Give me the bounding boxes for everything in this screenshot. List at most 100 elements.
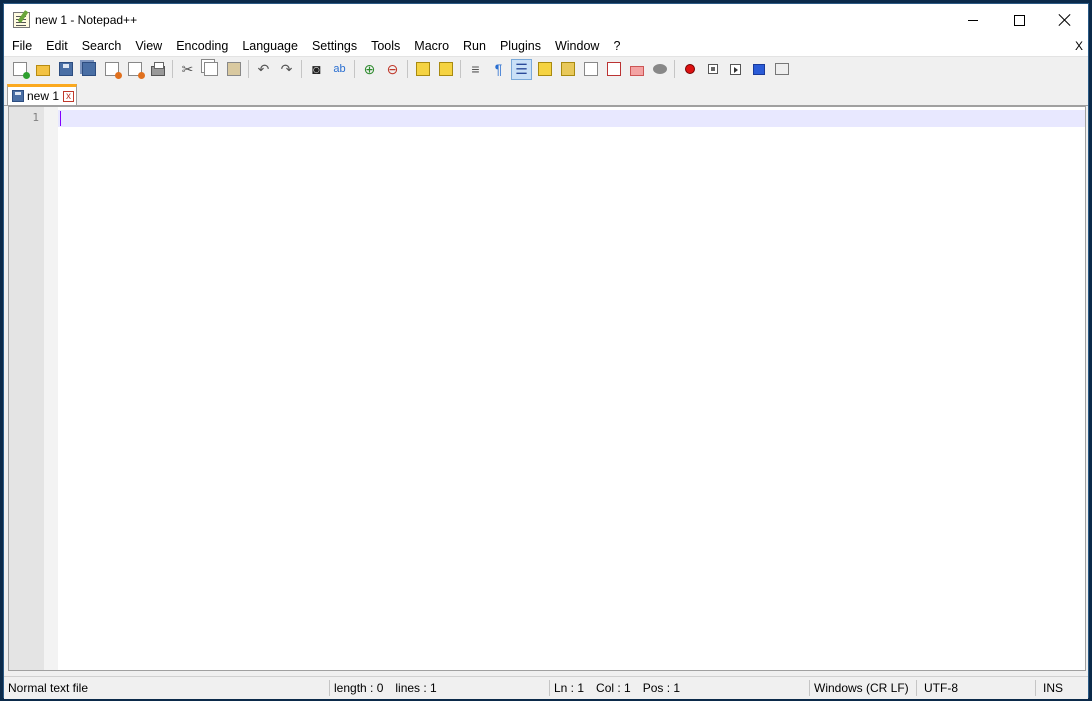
tab-new-1[interactable]: new 1 x (7, 84, 77, 105)
open-file-icon (35, 65, 50, 76)
title-bar[interactable]: new 1 - Notepad++ (4, 4, 1088, 36)
sync-vertical-icon (415, 62, 430, 76)
menu-help[interactable]: ? (606, 36, 627, 56)
save-button[interactable] (55, 59, 76, 80)
toolbar-separator (172, 60, 173, 78)
menu-run[interactable]: Run (456, 36, 493, 56)
status-file-type: Normal text file (8, 681, 89, 695)
tab-close-icon[interactable]: x (63, 90, 75, 102)
menu-encoding[interactable]: Encoding (169, 36, 235, 56)
save-all-button[interactable] (78, 59, 99, 80)
menu-edit[interactable]: Edit (39, 36, 75, 56)
maximize-icon (1013, 14, 1025, 26)
menu-plugins[interactable]: Plugins (493, 36, 548, 56)
menu-search[interactable]: Search (75, 36, 129, 56)
record-macro-button[interactable] (679, 59, 700, 80)
save-icon (58, 62, 73, 76)
status-insert-mode[interactable]: INS (1039, 677, 1063, 699)
cut-button[interactable]: ✂ (177, 59, 198, 80)
function-list-button[interactable] (603, 59, 624, 80)
show-all-chars-button[interactable]: ¶ (488, 59, 509, 80)
close-icon (1059, 14, 1071, 26)
editor[interactable]: 1 (8, 106, 1086, 671)
minimize-button[interactable] (950, 4, 996, 36)
zoom-in-icon: ⊕ (363, 61, 376, 77)
find-icon: ◙ (312, 61, 321, 77)
toolbar: ✂ ↶ ↷ ◙ ab ⊕ ⊖ ≡ ¶ ☰ (4, 56, 1088, 81)
redo-button[interactable]: ↷ (276, 59, 297, 80)
copy-button[interactable] (200, 59, 221, 80)
fold-margin[interactable] (44, 107, 58, 670)
zoom-in-button[interactable]: ⊕ (359, 59, 380, 80)
maximize-button[interactable] (996, 4, 1042, 36)
toolbar-separator (674, 60, 675, 78)
toolbar-separator (460, 60, 461, 78)
notepadpp-logo-icon[interactable] (13, 12, 30, 28)
new-file-button[interactable] (9, 59, 30, 80)
document-list-icon (583, 62, 598, 76)
new-file-icon (12, 62, 30, 79)
minimize-icon (968, 19, 978, 21)
indent-guide-icon: ☰ (515, 61, 528, 77)
word-wrap-button[interactable]: ≡ (465, 59, 486, 80)
close-button[interactable] (101, 59, 122, 80)
menu-window[interactable]: Window (548, 36, 606, 56)
menu-language[interactable]: Language (235, 36, 305, 56)
stop-recording-icon (707, 64, 718, 74)
text-area[interactable] (58, 107, 1085, 670)
close-document-button[interactable]: X (1075, 36, 1083, 56)
playback-macro-button[interactable] (725, 59, 746, 80)
stop-recording-button[interactable] (702, 59, 723, 80)
close-icon (104, 62, 122, 79)
monitoring-button[interactable] (649, 59, 670, 80)
run-macro-multiple-icon (752, 63, 765, 75)
word-wrap-icon: ≡ (471, 61, 480, 77)
indent-guide-button[interactable]: ☰ (511, 58, 532, 80)
status-bar: Normal text file length : 0 lines : 1 Ln … (4, 676, 1088, 699)
replace-button[interactable]: ab (329, 59, 350, 80)
paste-icon (226, 62, 241, 76)
close-window-button[interactable] (1042, 4, 1088, 36)
status-divider (1035, 680, 1036, 696)
toolbar-separator (407, 60, 408, 78)
save-macro-button[interactable] (771, 59, 792, 80)
paste-button[interactable] (223, 59, 244, 80)
menu-settings[interactable]: Settings (305, 36, 364, 56)
undo-button[interactable]: ↶ (253, 59, 274, 80)
open-file-button[interactable] (32, 59, 53, 80)
sync-horizontal-button[interactable] (435, 59, 456, 80)
monitoring-icon (652, 64, 667, 74)
close-all-icon (127, 62, 145, 79)
sync-vertical-button[interactable] (412, 59, 433, 80)
saved-state-icon (12, 90, 24, 102)
status-encoding[interactable]: UTF-8 (920, 677, 958, 699)
sync-horizontal-icon (438, 62, 453, 76)
menu-macro[interactable]: Macro (407, 36, 456, 56)
folder-as-workspace-button[interactable] (626, 59, 647, 80)
document-list-button[interactable] (580, 59, 601, 80)
cut-icon: ✂ (181, 61, 194, 77)
menu-tools[interactable]: Tools (364, 36, 407, 56)
tab-label: new 1 (27, 89, 60, 103)
user-defined-language-button[interactable] (534, 59, 555, 80)
menu-bar: File Edit Search View Encoding Language … (4, 36, 1088, 56)
save-all-icon (81, 62, 96, 76)
find-button[interactable]: ◙ (306, 59, 327, 80)
playback-macro-icon (730, 63, 741, 75)
current-line-highlight (58, 110, 1085, 127)
run-macro-multiple-button[interactable] (748, 59, 769, 80)
menu-file[interactable]: File (5, 36, 39, 56)
status-lines: lines : 1 (395, 681, 437, 695)
status-length: length : 0 (334, 681, 384, 695)
document-map-icon (560, 62, 575, 76)
status-pos: Pos : 1 (642, 681, 681, 695)
zoom-out-button[interactable]: ⊖ (382, 59, 403, 80)
print-icon (150, 61, 165, 76)
replace-icon: ab (333, 63, 346, 75)
document-map-button[interactable] (557, 59, 578, 80)
print-button[interactable] (147, 59, 168, 80)
close-all-button[interactable] (124, 59, 145, 80)
status-eol[interactable]: Windows (CR LF) (810, 677, 909, 699)
menu-view[interactable]: View (128, 36, 169, 56)
save-macro-icon (774, 63, 789, 75)
